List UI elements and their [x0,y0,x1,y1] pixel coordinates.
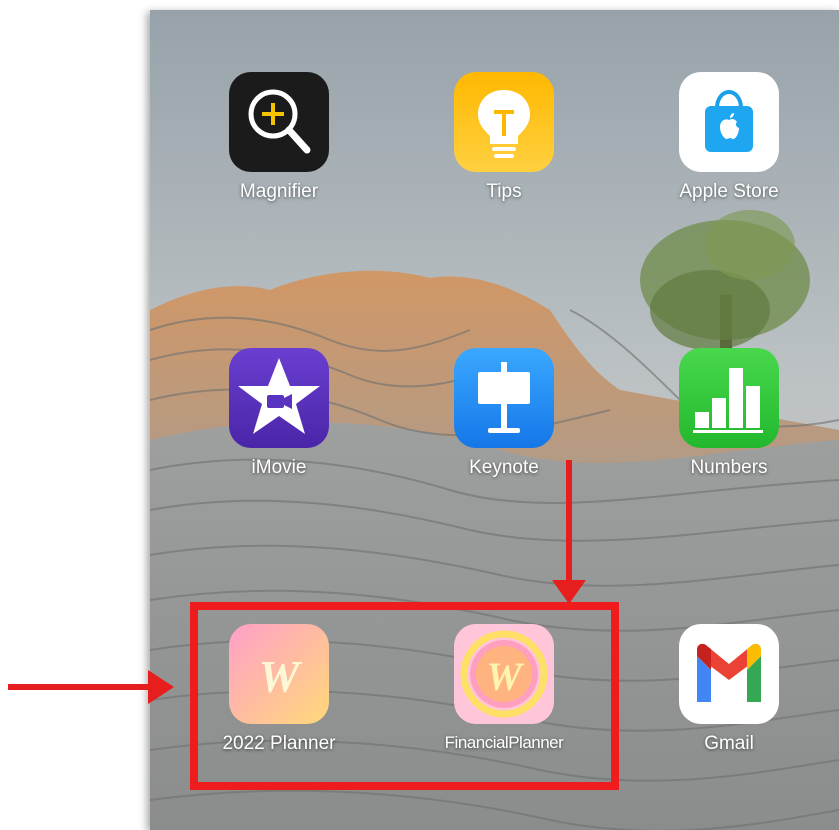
gmail-m-icon [679,624,779,724]
right-arrow-shaft [8,684,153,690]
app-apple-store[interactable]: Apple Store [659,72,799,203]
app-imovie[interactable]: iMovie [209,348,349,479]
highlight-box [190,602,619,790]
app-label: Magnifier [239,181,319,202]
app-label: Gmail [704,733,754,754]
apple-store-bag-icon [679,72,779,172]
app-label: Tips [486,181,522,202]
down-arrow-shaft [566,460,572,590]
app-label: iMovie [251,457,307,478]
app-magnifier[interactable]: Magnifier [209,72,349,203]
app-tips[interactable]: Tips [434,72,574,203]
magnifier-icon [229,72,329,172]
down-arrow-icon [552,580,586,604]
imovie-star-icon [229,348,329,448]
right-arrow-icon [148,670,174,704]
app-label: Apple Store [679,181,779,202]
app-label: Keynote [469,457,539,478]
app-label: Numbers [690,457,768,478]
app-gmail[interactable]: Gmail [659,624,799,755]
app-keynote[interactable]: Keynote [434,348,574,479]
keynote-podium-icon [454,348,554,448]
app-numbers[interactable]: Numbers [659,348,799,479]
numbers-bar-chart-icon [679,348,779,448]
tips-lightbulb-icon [454,72,554,172]
